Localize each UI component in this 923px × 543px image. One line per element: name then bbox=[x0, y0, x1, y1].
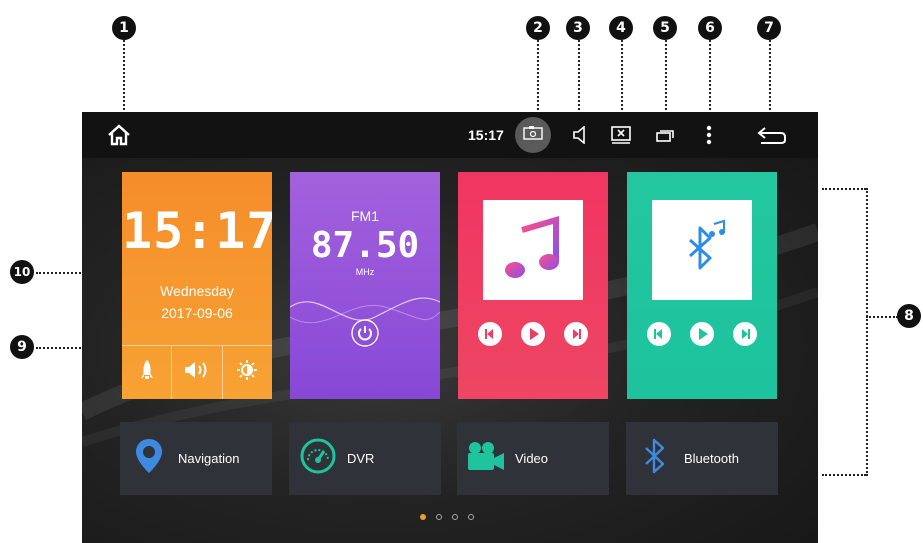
callout-line-4 bbox=[621, 40, 623, 114]
diagram-stage: 1 2 3 4 5 6 7 8 9 10 15:17 15:17 Wednesd… bbox=[0, 0, 923, 543]
callout-line-2 bbox=[537, 40, 539, 114]
music-controls bbox=[458, 321, 608, 347]
callout-line-3 bbox=[578, 40, 580, 114]
radio-power-button[interactable] bbox=[350, 318, 380, 348]
music-widget[interactable] bbox=[458, 172, 608, 399]
radio-widget[interactable]: FM1 87.50 MHz bbox=[290, 172, 440, 399]
bluetooth-controls bbox=[627, 321, 777, 347]
home-icon[interactable] bbox=[106, 112, 132, 158]
music-prev-icon[interactable] bbox=[477, 321, 503, 347]
brightness-button[interactable] bbox=[223, 346, 272, 399]
clock-time: 15:17 bbox=[122, 202, 272, 260]
callout-line-8-stem bbox=[866, 316, 898, 318]
close-app-icon[interactable] bbox=[610, 112, 632, 158]
rocket-button[interactable] bbox=[122, 346, 173, 399]
speedometer-icon bbox=[300, 438, 336, 479]
page-dot[interactable] bbox=[468, 514, 474, 520]
recent-apps-icon[interactable] bbox=[654, 112, 676, 158]
app-label-video: Video bbox=[515, 451, 549, 466]
marker-2: 2 bbox=[526, 16, 550, 40]
callout-line-8-bottom bbox=[822, 474, 866, 476]
map-pin-icon bbox=[135, 438, 163, 479]
radio-unit: MHz bbox=[355, 267, 375, 277]
bluetooth-prev-icon[interactable] bbox=[646, 321, 672, 347]
bluetooth-music-widget[interactable] bbox=[627, 172, 777, 399]
radio-frequency: 87.50 bbox=[310, 225, 420, 266]
bluetooth-album-art bbox=[652, 200, 752, 300]
marker-10: 10 bbox=[10, 260, 34, 284]
callout-line-1 bbox=[123, 40, 125, 114]
status-bar: 15:17 bbox=[82, 112, 818, 158]
volume-icon bbox=[184, 361, 210, 384]
rocket-icon bbox=[140, 359, 154, 386]
callout-line-6 bbox=[709, 40, 711, 114]
app-navigation[interactable]: Navigation bbox=[120, 422, 272, 495]
status-time: 15:17 bbox=[468, 127, 504, 143]
video-camera-icon bbox=[466, 440, 506, 477]
more-icon[interactable] bbox=[701, 112, 717, 158]
brightness-icon bbox=[236, 359, 258, 386]
callout-line-8-top bbox=[822, 188, 866, 190]
callout-line-5 bbox=[665, 40, 667, 114]
volume-icon[interactable] bbox=[569, 112, 589, 158]
back-icon[interactable] bbox=[756, 112, 788, 158]
bluetooth-next-icon[interactable] bbox=[732, 321, 758, 347]
power-icon bbox=[350, 319, 380, 352]
clock-quick-bar bbox=[122, 345, 272, 399]
music-note-icon bbox=[504, 215, 562, 285]
page-dot[interactable] bbox=[420, 514, 426, 520]
bluetooth-play-icon[interactable] bbox=[689, 321, 715, 347]
clock-widget[interactable]: 15:17 Wednesday 2017-09-06 bbox=[122, 172, 272, 399]
callout-line-8-bracket bbox=[866, 188, 868, 476]
page-dot[interactable] bbox=[452, 514, 458, 520]
page-dot[interactable] bbox=[436, 514, 442, 520]
screenshot-button[interactable] bbox=[515, 112, 551, 158]
music-album-art bbox=[483, 200, 583, 300]
screenshot-icon bbox=[523, 125, 543, 145]
bluetooth-music-icon bbox=[672, 218, 732, 283]
marker-6: 6 bbox=[698, 16, 722, 40]
callout-line-7 bbox=[769, 40, 771, 114]
app-dvr[interactable]: DVR bbox=[289, 422, 441, 495]
page-indicator bbox=[420, 514, 474, 520]
marker-7: 7 bbox=[757, 16, 781, 40]
bluetooth-icon bbox=[643, 438, 667, 479]
marker-3: 3 bbox=[566, 16, 590, 40]
marker-5: 5 bbox=[653, 16, 677, 40]
app-bluetooth[interactable]: Bluetooth bbox=[626, 422, 778, 495]
marker-9: 9 bbox=[10, 335, 34, 359]
marker-4: 4 bbox=[609, 16, 633, 40]
app-label-navigation: Navigation bbox=[178, 451, 240, 466]
app-label-bluetooth: Bluetooth bbox=[684, 451, 739, 466]
app-label-dvr: DVR bbox=[347, 451, 375, 466]
music-next-icon[interactable] bbox=[563, 321, 589, 347]
head-unit-screen: 15:17 15:17 Wednesday 2017-09-06 FM1 87.… bbox=[82, 112, 818, 543]
volume-button[interactable] bbox=[172, 346, 223, 399]
marker-1: 1 bbox=[112, 16, 136, 40]
marker-8: 8 bbox=[897, 304, 921, 328]
radio-band: FM1 bbox=[351, 208, 379, 224]
music-play-icon[interactable] bbox=[520, 321, 546, 347]
clock-day: Wednesday bbox=[160, 283, 234, 299]
app-video[interactable]: Video bbox=[457, 422, 609, 495]
clock-date: 2017-09-06 bbox=[161, 305, 233, 321]
